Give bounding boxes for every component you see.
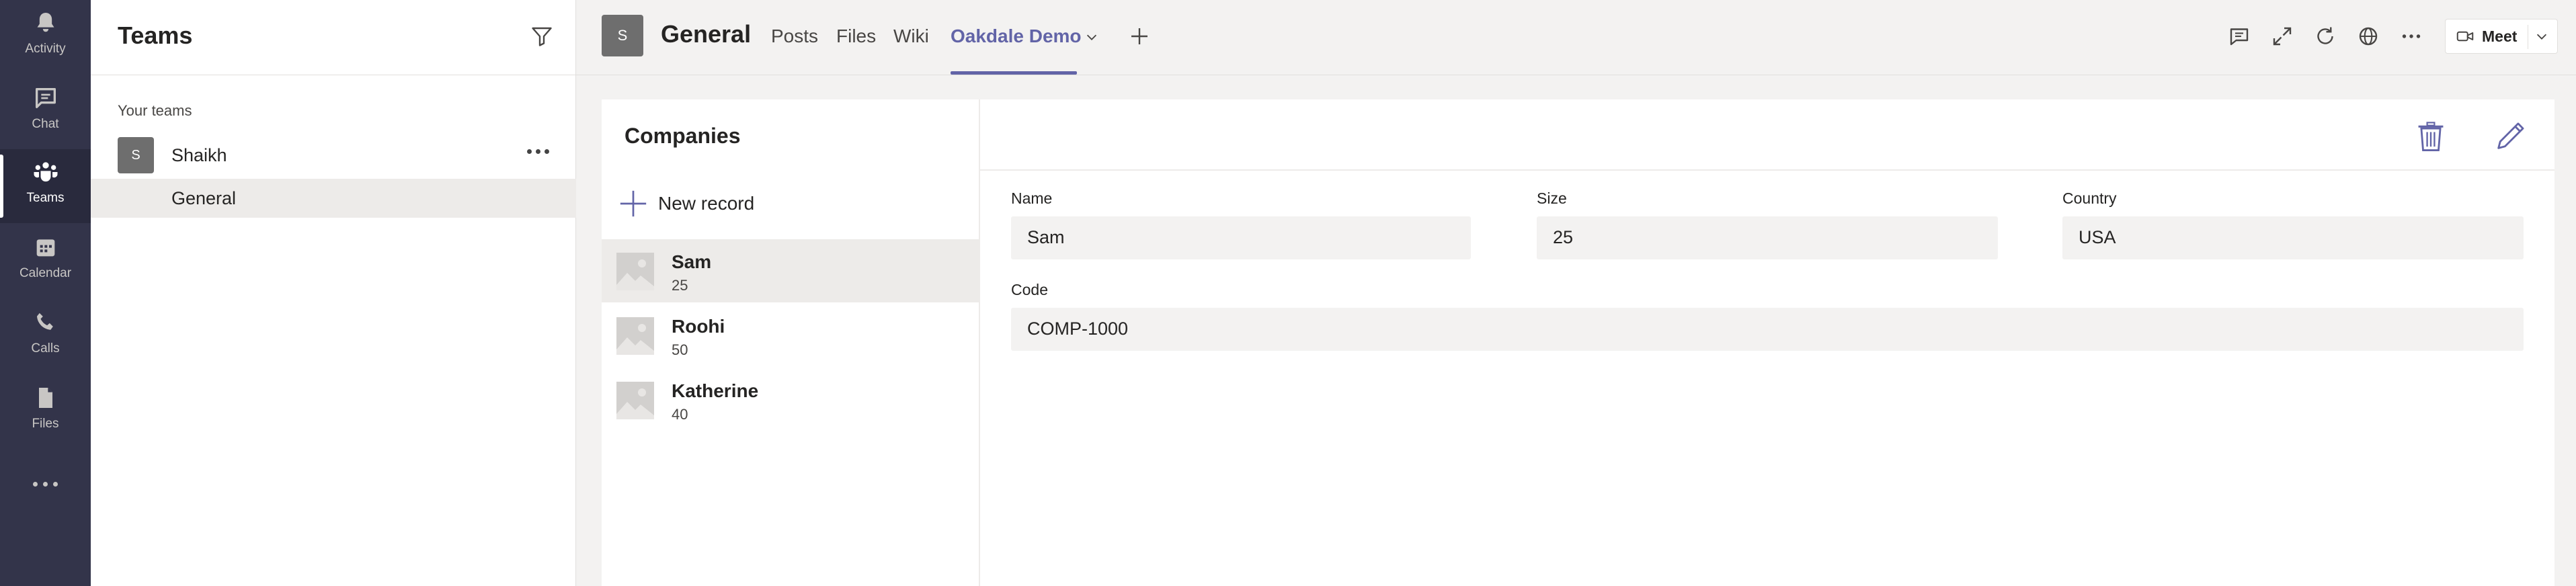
record-detail-pane: Name Sam Size 25 Country USA Code COMP-1… xyxy=(980,99,2554,586)
more-options-icon[interactable] xyxy=(2399,24,2423,48)
list-item[interactable]: Katherine 40 xyxy=(602,368,980,431)
tab-oakdale-demo[interactable]: Oakdale Demo xyxy=(951,26,1082,47)
name-label: Name xyxy=(1011,190,1053,207)
size-label: Size xyxy=(1537,190,1567,207)
section-label: Your teams xyxy=(118,102,192,119)
new-record-button[interactable]: New record xyxy=(618,187,754,220)
rail-label: Teams xyxy=(26,191,65,205)
team-name: Shaikh xyxy=(171,145,227,165)
channel-item-general[interactable]: General xyxy=(91,179,576,218)
rail-item-chat[interactable]: Chat xyxy=(0,75,91,149)
rail-item-calls[interactable]: Calls xyxy=(0,300,91,374)
trash-icon[interactable] xyxy=(2413,118,2448,155)
meet-label: Meet xyxy=(2482,27,2518,45)
rail-label: Files xyxy=(32,417,59,431)
team-item-shaikh[interactable]: S Shaikh xyxy=(91,134,576,176)
list-item[interactable]: Roohi 50 xyxy=(602,304,980,367)
channel-title: General xyxy=(661,20,752,48)
refresh-icon[interactable] xyxy=(2313,24,2337,48)
rail-item-activity[interactable]: Activity xyxy=(0,0,91,74)
rail-label: Chat xyxy=(32,117,59,131)
file-icon xyxy=(38,388,52,408)
globe-icon[interactable] xyxy=(2356,24,2380,48)
plus-icon xyxy=(620,190,647,217)
chevron-down-icon[interactable] xyxy=(1084,30,1099,44)
rail-item-files[interactable]: Files xyxy=(0,375,91,449)
video-camera-icon xyxy=(2456,31,2474,42)
new-record-label: New record xyxy=(658,193,755,214)
record-name: Katherine xyxy=(672,380,759,401)
record-size: 40 xyxy=(672,406,688,423)
conversation-icon[interactable] xyxy=(2227,24,2251,48)
channel-name: General xyxy=(171,188,237,208)
add-tab-icon[interactable] xyxy=(1127,24,1152,48)
code-field[interactable]: COMP-1000 xyxy=(1011,308,2524,351)
teams-header: Teams xyxy=(91,0,575,75)
name-field[interactable]: Sam xyxy=(1011,216,1471,259)
tab-files[interactable]: Files xyxy=(836,26,876,47)
team-avatar: S xyxy=(118,137,154,173)
record-name: Roohi xyxy=(672,316,725,337)
rail-label: Calls xyxy=(31,341,60,355)
teams-panel: Teams Your teams S Shaikh General xyxy=(91,0,576,586)
phone-icon xyxy=(36,312,53,330)
channel-header: S General Posts Files Wiki Oakdale Demo … xyxy=(576,0,2576,75)
list-title: Companies xyxy=(625,124,741,148)
rail-item-calendar[interactable]: Calendar xyxy=(0,224,91,298)
tab-wiki[interactable]: Wiki xyxy=(893,26,929,47)
country-label: Country xyxy=(2062,190,2117,207)
more-apps-icon[interactable] xyxy=(0,464,91,504)
size-field[interactable]: 25 xyxy=(1537,216,1998,259)
app-rail: Activity Chat Teams Calendar Calls Files xyxy=(0,0,91,586)
companies-list-pane: Companies New record Sam 25 Roohi 50 Kat… xyxy=(602,99,980,586)
image-placeholder-icon xyxy=(616,382,654,419)
expand-icon[interactable] xyxy=(2270,24,2294,48)
chevron-down-icon[interactable] xyxy=(2534,29,2549,44)
list-item[interactable]: Sam 25 xyxy=(602,239,980,302)
rail-item-teams[interactable]: Teams xyxy=(0,149,91,223)
filter-icon[interactable] xyxy=(530,24,554,48)
code-label: Code xyxy=(1011,281,1048,298)
image-placeholder-icon xyxy=(616,317,654,355)
teams-icon xyxy=(34,162,57,182)
rail-label: Activity xyxy=(25,42,66,56)
calendar-icon xyxy=(36,239,54,257)
tab-posts[interactable]: Posts xyxy=(771,26,818,47)
image-placeholder-icon xyxy=(616,253,654,290)
detail-header xyxy=(980,99,2554,171)
active-tab-indicator xyxy=(951,71,1077,75)
bell-icon xyxy=(37,13,54,32)
rail-label: Calendar xyxy=(19,266,72,280)
record-name: Sam xyxy=(672,251,712,272)
canvas-app: Companies New record Sam 25 Roohi 50 Kat… xyxy=(602,99,2554,586)
more-options-icon[interactable] xyxy=(527,149,549,154)
record-size: 50 xyxy=(672,341,688,358)
edit-icon[interactable] xyxy=(2493,118,2528,155)
record-size: 25 xyxy=(672,277,688,294)
channel-avatar: S xyxy=(602,15,643,56)
country-field[interactable]: USA xyxy=(2062,216,2524,259)
meet-button[interactable]: Meet xyxy=(2445,19,2558,54)
chat-icon xyxy=(35,88,56,108)
teams-title: Teams xyxy=(118,22,193,49)
